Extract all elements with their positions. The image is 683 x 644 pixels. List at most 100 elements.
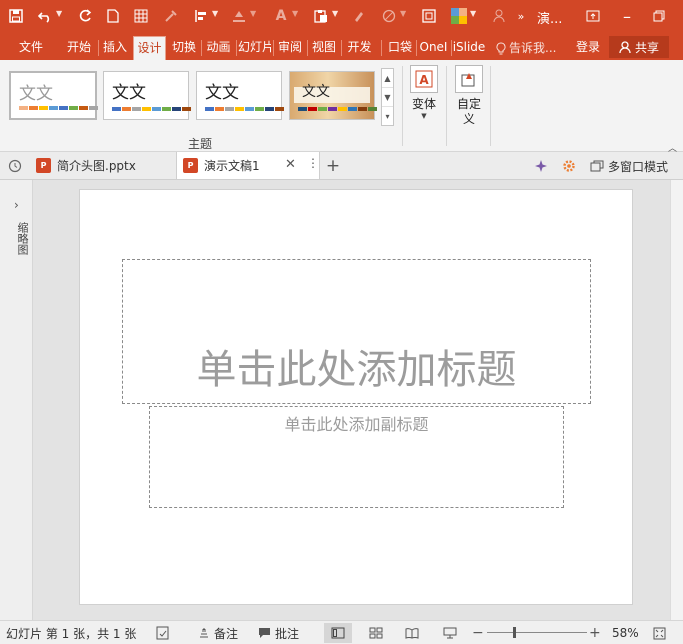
- paste-icon[interactable]: [312, 6, 330, 26]
- new-doc-icon[interactable]: [104, 6, 122, 26]
- powerpoint-file-icon: P: [36, 158, 51, 173]
- tab-home[interactable]: 开始: [62, 36, 96, 60]
- title-placeholder[interactable]: 单击此处添加标题: [122, 259, 591, 404]
- multi-window-button[interactable]: 多窗口模式: [590, 157, 676, 175]
- tab-onenote[interactable]: OneI: [417, 36, 450, 60]
- theme-preview-text: 文文: [19, 84, 53, 104]
- zoom-level[interactable]: 58%: [612, 625, 639, 641]
- shapes-icon[interactable]: [380, 6, 398, 26]
- multi-window-label: 多窗口模式: [608, 159, 669, 174]
- person-icon[interactable]: [490, 6, 508, 26]
- person-icon: [619, 40, 631, 53]
- variants-button[interactable]: A 变体 ▼: [407, 65, 441, 120]
- new-tab-icon[interactable]: +: [324, 156, 342, 176]
- zoom-in-icon[interactable]: +: [589, 625, 601, 641]
- tell-me-search[interactable]: 告诉我...: [496, 36, 566, 60]
- tab-design[interactable]: 设计: [133, 36, 166, 60]
- tab-view[interactable]: 视图: [308, 36, 340, 60]
- expand-pane-icon[interactable]: ›: [14, 198, 19, 212]
- theme-color-swatch: [172, 107, 181, 111]
- grid-icon[interactable]: [132, 6, 150, 26]
- fit-icon[interactable]: [420, 6, 438, 26]
- font-color-icon[interactable]: A: [272, 6, 290, 26]
- tab-animations[interactable]: 动画: [202, 36, 235, 60]
- settings-gear-icon[interactable]: [560, 157, 578, 175]
- tab-slideshow[interactable]: 幻灯片: [238, 36, 271, 60]
- customize-button[interactable]: 自定义: [452, 65, 486, 127]
- theme-color-swatch: [358, 107, 367, 111]
- customize-label: 自定义: [456, 97, 481, 126]
- theme-office-2[interactable]: 文文: [103, 71, 191, 120]
- fill-icon[interactable]: [230, 6, 248, 26]
- spellcheck-icon[interactable]: [156, 625, 170, 641]
- zoom-out-icon[interactable]: −: [472, 625, 484, 641]
- align-dropdown-icon[interactable]: ▼: [212, 9, 218, 18]
- close-tab-icon[interactable]: ✕: [285, 157, 296, 172]
- gallery-down-icon[interactable]: ▼: [382, 88, 393, 107]
- slide[interactable]: 单击此处添加标题 单击此处添加副标题: [80, 190, 632, 604]
- gallery-up-icon[interactable]: ▲: [382, 69, 393, 88]
- notes-button[interactable]: 备注: [198, 625, 238, 641]
- doc-tab-inactive[interactable]: P 简介头图.pptx: [30, 152, 173, 179]
- theme-color-swatch: [162, 107, 171, 111]
- undo-dropdown-icon[interactable]: ▼: [56, 9, 62, 18]
- more-icon[interactable]: »: [514, 6, 528, 26]
- theme-color-swatch: [59, 106, 68, 110]
- tab-transitions[interactable]: 切换: [168, 36, 200, 60]
- fit-to-window-icon[interactable]: [645, 623, 673, 643]
- gallery-more-icon[interactable]: ▾: [382, 107, 393, 126]
- slide-counter: 幻灯片 第 1 张，共 1 张: [6, 626, 137, 641]
- ribbon-display-icon[interactable]: [584, 6, 602, 26]
- login-link[interactable]: 登录: [572, 36, 604, 60]
- subtitle-placeholder[interactable]: 单击此处添加副标题: [149, 406, 564, 508]
- theme-wood[interactable]: 文文: [289, 71, 377, 120]
- magic-icon[interactable]: [532, 157, 550, 175]
- tab-insert[interactable]: 插入: [99, 36, 131, 60]
- theme-color-swatch: [152, 107, 161, 111]
- multi-window-icon: [590, 160, 604, 172]
- theme-office-3[interactable]: 文文: [196, 71, 284, 120]
- window-title: 演...: [537, 12, 563, 27]
- comments-label: 批注: [275, 626, 300, 641]
- slide-sorter-view-icon[interactable]: [362, 623, 390, 643]
- tab-pocket[interactable]: 口袋: [384, 36, 416, 60]
- shapes-dropdown-icon[interactable]: ▼: [400, 9, 406, 18]
- align-icon[interactable]: [192, 6, 210, 26]
- doc-tab-active[interactable]: P 演示文稿1 ✕ ⋮: [176, 152, 320, 179]
- normal-view-icon[interactable]: [324, 623, 352, 643]
- tab-developer[interactable]: 开发: [342, 36, 377, 60]
- color-swatch-dropdown-icon[interactable]: ▼: [470, 9, 476, 18]
- theme-color-swatch: [122, 107, 131, 111]
- doc-tab-label: 简介头图.pptx: [57, 159, 136, 173]
- theme-color-swatch: [298, 107, 307, 111]
- history-icon[interactable]: [6, 157, 24, 175]
- zoom-slider-thumb[interactable]: [512, 627, 516, 638]
- color-swatch-icon[interactable]: [450, 6, 468, 26]
- share-button[interactable]: 共享: [609, 36, 669, 58]
- reading-view-icon[interactable]: [398, 623, 426, 643]
- zoom-slider[interactable]: [487, 632, 587, 633]
- tab-menu-icon[interactable]: ⋮: [307, 156, 319, 170]
- restore-icon[interactable]: [650, 6, 668, 26]
- redo-icon[interactable]: [76, 6, 94, 26]
- ribbon-divider: [446, 66, 447, 146]
- format-painter-icon[interactable]: [350, 6, 368, 26]
- thumbnail-pane-label[interactable]: 缩略图: [14, 222, 29, 255]
- save-icon[interactable]: [6, 6, 26, 26]
- vertical-scrollbar[interactable]: [670, 180, 683, 620]
- theme-color-swatch: [245, 107, 254, 111]
- theme-office[interactable]: 文文: [9, 71, 98, 120]
- fill-dropdown-icon[interactable]: ▼: [250, 9, 256, 18]
- font-color-dropdown-icon[interactable]: ▼: [292, 9, 298, 18]
- eyedropper-icon[interactable]: [162, 6, 180, 26]
- tab-review[interactable]: 审阅: [274, 36, 306, 60]
- slideshow-view-icon[interactable]: [436, 623, 464, 643]
- theme-color-swatch: [235, 107, 244, 111]
- tab-islide[interactable]: iSlide: [452, 36, 486, 60]
- comments-button[interactable]: 批注: [258, 625, 299, 641]
- undo-icon[interactable]: [36, 6, 54, 26]
- minimize-icon[interactable]: –: [618, 6, 636, 26]
- theme-color-swatch: [142, 107, 151, 111]
- tab-file[interactable]: 文件: [6, 36, 56, 60]
- paste-dropdown-icon[interactable]: ▼: [332, 9, 338, 18]
